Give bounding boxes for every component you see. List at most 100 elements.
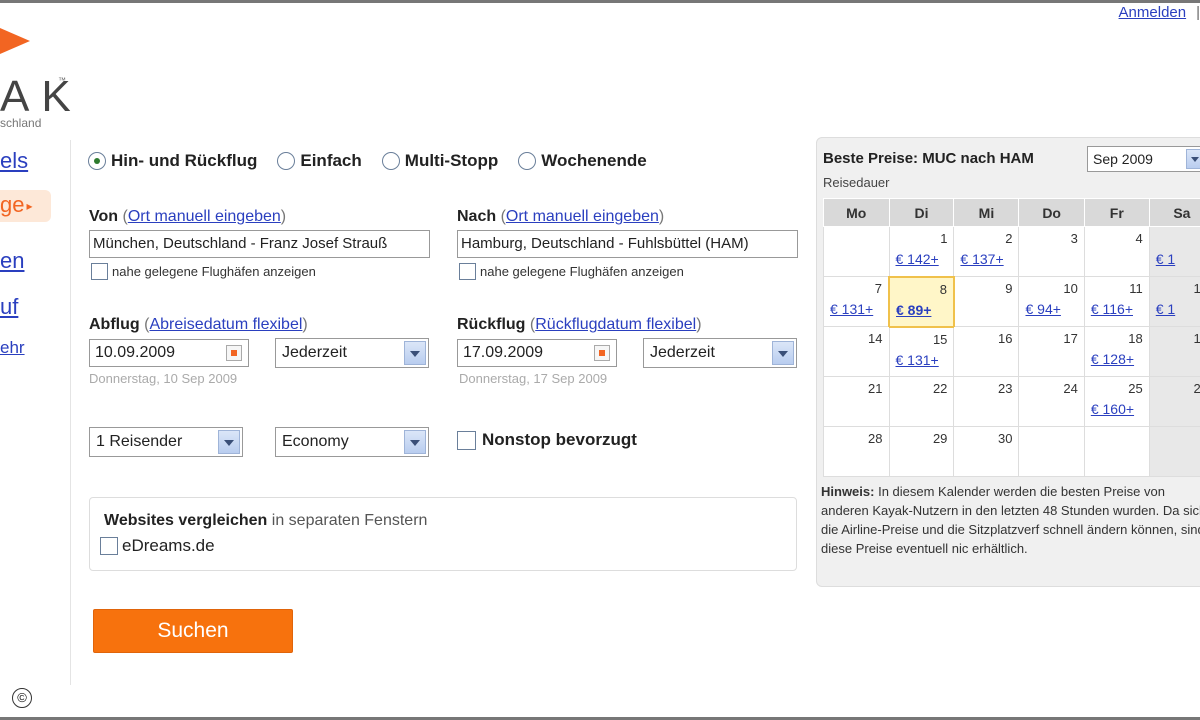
logo-subtitle: schland [0, 116, 42, 130]
radio-weekend[interactable] [518, 152, 537, 170]
calendar-day-cell [823, 226, 890, 277]
calendar-day-cell[interactable]: 10 € 94+ [1018, 276, 1085, 327]
compare-websites-box: Websites vergleichen in separaten Fenste… [89, 497, 797, 571]
from-nearby-checkbox[interactable] [91, 263, 108, 280]
compare-site-option[interactable]: eDreams.de [100, 536, 215, 556]
travellers-select[interactable]: 1 Reisender [89, 427, 243, 457]
radio-oneway[interactable] [277, 152, 296, 170]
chevron-down-icon[interactable] [1186, 149, 1200, 169]
calendar-day-cell[interactable]: 25 € 160+ [1083, 376, 1150, 427]
calendar-day-price-link[interactable]: € 137+ [960, 251, 1003, 267]
calendar-subtitle: Reisedauer [823, 175, 890, 190]
depart-label: Abflug (Abreisedatum flexibel) [89, 316, 308, 333]
chevron-down-icon[interactable] [404, 341, 426, 365]
calendar-day-cell: 19 [1148, 326, 1200, 377]
depart-date-input[interactable]: 10.09.2009 [89, 339, 249, 367]
calendar-day-cell[interactable]: 15 € 131+ [888, 326, 955, 377]
return-time-select[interactable]: Jederzeit [643, 338, 797, 368]
trip-type-label: Multi-Stopp [404, 151, 499, 170]
chevron-down-icon[interactable] [218, 430, 240, 454]
return-time-value: Jederzeit [650, 344, 715, 361]
nav-item-cars[interactable]: en [0, 248, 24, 274]
calendar-day-number: 19 [1193, 331, 1200, 346]
chevron-down-icon[interactable] [772, 341, 794, 365]
depart-flexible-link[interactable]: Abreisedatum flexibel [149, 316, 302, 333]
calendar-day-cell[interactable]: 2 € 137+ [953, 226, 1020, 277]
depart-time-value: Jederzeit [282, 344, 347, 361]
travellers-value: 1 Reisender [96, 433, 183, 450]
weekday-header: Mi [953, 198, 1020, 227]
calendar-day-cell[interactable]: 7 € 131+ [823, 276, 890, 327]
calendar-day-cell[interactable]: 11 € 116+ [1083, 276, 1150, 327]
calendar-day-price-link[interactable]: € 1 [1156, 301, 1175, 317]
calendar-day-cell: 14 [823, 326, 890, 377]
from-label-text: Von [89, 208, 119, 225]
from-input[interactable]: München, Deutschland - Franz Josef Strau… [89, 230, 430, 258]
compare-site-checkbox[interactable] [100, 537, 118, 555]
calendar-day-cell[interactable]: 18 € 128+ [1083, 326, 1150, 377]
compare-title: Websites vergleichen in separaten Fenste… [104, 512, 427, 530]
calendar-day-price-link[interactable]: € 1 [1156, 251, 1175, 267]
calendar-week-row: 21 22 23 24 25 € 160+ 26 [823, 376, 1200, 427]
calendar-icon[interactable] [226, 345, 242, 361]
to-manual-link[interactable]: Ort manuell eingeben [506, 208, 659, 225]
calendar-day-number: 12 [1193, 281, 1200, 296]
calendar-day-price-link[interactable]: € 142+ [896, 251, 939, 267]
from-nearby-option[interactable]: nahe gelegene Flughäfen anzeigen [91, 263, 316, 280]
calendar-day-cell: 17 [1018, 326, 1085, 377]
calendar-day-number: 28 [868, 431, 883, 446]
calendar-day-cell[interactable]: 12 € 1 [1148, 276, 1200, 327]
from-manual-link[interactable]: Ort manuell eingeben [128, 208, 281, 225]
to-nearby-option[interactable]: nahe gelegene Flughäfen anzeigen [459, 263, 684, 280]
nav-item-flights[interactable]: ge ▸ [0, 190, 51, 222]
calendar-day-number: 11 [1129, 281, 1143, 296]
calendar-day-price-link[interactable]: € 94+ [1025, 301, 1060, 317]
calendar-day-price-link[interactable]: € 116+ [1091, 301, 1133, 317]
nav-item-hotels[interactable]: els [0, 148, 28, 174]
calendar-day-number: 30 [998, 431, 1013, 446]
calendar-day-price-link[interactable]: € 89+ [896, 302, 931, 318]
calendar-day-cell [1148, 426, 1200, 477]
to-nearby-checkbox[interactable] [459, 263, 476, 280]
calendar-icon[interactable] [594, 345, 610, 361]
trip-type-roundtrip[interactable]: Hin- und Rückflug [88, 151, 257, 171]
calendar-day-cell: 29 [888, 426, 955, 477]
calendar-day-price-link[interactable]: € 131+ [896, 352, 939, 368]
trip-type-weekend[interactable]: Wochenende [518, 151, 647, 171]
price-calendar: Mo Di Mi Do Fr Sa 1€ 142+2€ 137+345€ 17€… [823, 198, 1200, 477]
login-link[interactable]: Anmelden [1119, 4, 1187, 21]
trip-type-oneway[interactable]: Einfach [277, 151, 362, 171]
radio-roundtrip[interactable] [88, 152, 106, 170]
kayak-logo-arrow-icon [0, 28, 30, 54]
calendar-week-row: 1€ 142+2€ 137+345€ 1 [823, 226, 1200, 277]
calendar-week-row: 14 15 € 131+ 16 17 18 € 128+ 19 [823, 326, 1200, 377]
calendar-day-number: 25 [1128, 381, 1143, 396]
calendar-day-price-link[interactable]: € 160+ [1091, 401, 1134, 417]
calendar-week-row: 28 29 30 [823, 426, 1200, 477]
calendar-week-row: 7€ 131+ 8 € 89+ 9 10€ 94+ 11 € 116+ 12 € 1 [823, 275, 1200, 328]
calendar-day-number: 23 [998, 381, 1013, 396]
nonstop-checkbox[interactable] [457, 430, 476, 450]
to-input[interactable]: Hamburg, Deutschland - Fuhlsbüttel (HAM) [457, 230, 798, 258]
nav-item-more[interactable]: ehr [0, 338, 25, 358]
calendar-day-cell[interactable]: 1 € 142+ [888, 226, 955, 277]
chevron-down-icon[interactable] [404, 430, 426, 454]
cabin-select[interactable]: Economy [275, 427, 429, 457]
calendar-day-cell [1018, 426, 1085, 477]
search-button[interactable]: Suchen [93, 609, 293, 653]
depart-time-select[interactable]: Jederzeit [275, 338, 429, 368]
nonstop-label: Nonstop bevorzugt [482, 430, 637, 449]
nav-item-sale[interactable]: uf [0, 294, 18, 320]
month-select[interactable]: Sep 2009 [1087, 146, 1200, 172]
trip-type-multistop[interactable]: Multi-Stopp [381, 151, 499, 171]
calendar-day-number: 22 [932, 381, 948, 396]
radio-multistop[interactable] [381, 152, 400, 170]
calendar-day-price-link[interactable]: € 128+ [1091, 351, 1134, 367]
window-top-border [0, 0, 1200, 3]
calendar-day-cell[interactable]: 8 € 89+ [888, 275, 955, 328]
nonstop-option[interactable]: Nonstop bevorzugt [457, 430, 637, 450]
return-date-input[interactable]: 17.09.2009 [457, 339, 617, 367]
calendar-day-price-link[interactable]: € 131+ [830, 301, 873, 317]
return-flexible-link[interactable]: Rückflugdatum flexibel [535, 316, 696, 333]
calendar-day-cell[interactable]: 5€ 1 [1148, 226, 1200, 277]
